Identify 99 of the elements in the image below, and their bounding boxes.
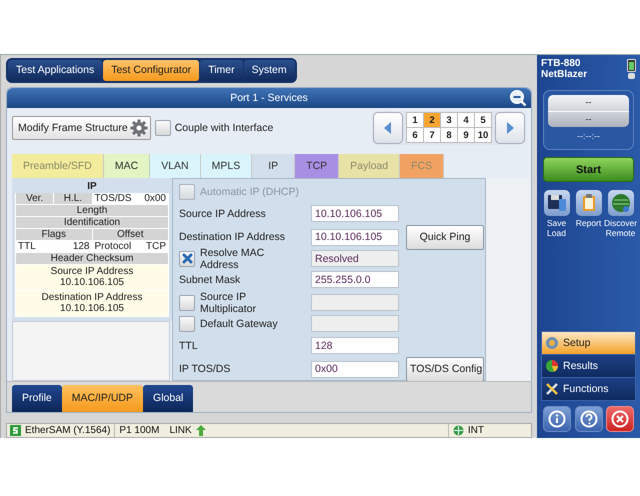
- page-number[interactable]: 4: [458, 113, 474, 128]
- field-name: Source IP Address: [50, 266, 134, 277]
- field-name: Offset: [117, 228, 144, 240]
- nav-item[interactable]: Functions: [541, 377, 636, 401]
- page-number[interactable]: 5: [475, 113, 491, 128]
- tab[interactable]: Global: [143, 384, 194, 412]
- field-name: H.L.: [64, 192, 82, 204]
- field-value: 0x00: [144, 192, 166, 204]
- panel-title: Port 1 - Services: [230, 92, 308, 104]
- field-label: Subnet Mask: [179, 274, 240, 286]
- action-label: Report: [576, 218, 602, 228]
- tab[interactable]: Test Configurator: [103, 60, 200, 81]
- field-name: Identification: [64, 216, 120, 228]
- action-label: Save Load: [546, 218, 566, 238]
- clock-source: INT: [468, 424, 484, 436]
- page-number[interactable]: 6: [407, 128, 423, 142]
- test-name: EtherSAM (Y.1564): [25, 424, 110, 436]
- field-label: Source IP Address: [179, 208, 266, 220]
- page-number[interactable]: 1: [407, 113, 423, 128]
- action-button[interactable]: [544, 190, 570, 216]
- layer-tab[interactable]: VLAN: [150, 154, 201, 178]
- model-name: FTB-880: [541, 58, 582, 69]
- globe-icon: [452, 424, 464, 436]
- field-value: TCP: [146, 240, 166, 252]
- field-label: TTL: [179, 340, 198, 352]
- right-arrow-icon: [506, 122, 514, 134]
- field-value: 128: [72, 240, 90, 252]
- field-name: Protocol: [94, 240, 132, 252]
- product-name: NetBlazer: [541, 69, 588, 80]
- field-name: TOS/DS: [94, 192, 132, 204]
- test-status-icon: [10, 424, 21, 436]
- close-button[interactable]: [606, 406, 634, 432]
- field-label: Destination IP Address: [179, 231, 286, 244]
- page-number[interactable]: 9: [458, 128, 474, 142]
- help-button[interactable]: [574, 406, 602, 432]
- input-field[interactable]: 128: [311, 337, 399, 354]
- action-button[interactable]: [608, 190, 634, 216]
- tools-icon: [545, 382, 559, 396]
- field-label: Default Gateway: [200, 318, 278, 330]
- field-label: Resolve MAC Address: [200, 246, 266, 271]
- link-status: LINK: [169, 424, 192, 436]
- checkbox-label: Couple with Interface: [174, 122, 274, 134]
- field-name: Header Checksum: [50, 252, 134, 264]
- page-number[interactable]: 8: [441, 128, 457, 142]
- tab[interactable]: Profile: [12, 384, 62, 412]
- help-icon: [580, 410, 598, 428]
- tab[interactable]: MAC/IP/UDP: [62, 384, 144, 412]
- page-number[interactable]: 10: [475, 128, 491, 142]
- nav-item[interactable]: Setup: [541, 331, 636, 355]
- layer-tab[interactable]: IP: [252, 154, 296, 178]
- field-label: IP TOS/DS: [179, 363, 230, 376]
- info-button[interactable]: [543, 406, 571, 432]
- left-arrow-icon: [384, 122, 392, 134]
- tab[interactable]: Test Applications: [8, 60, 102, 81]
- display-value: --: [584, 96, 592, 109]
- start-button[interactable]: Start: [543, 157, 634, 182]
- timer-value: --:--:--: [576, 131, 601, 141]
- globe-icon: [610, 192, 632, 214]
- close-icon: [611, 410, 629, 428]
- field-label: Source IP Multiplicator: [200, 290, 258, 315]
- field-name: Destination IP Address: [42, 292, 142, 303]
- layer-tab[interactable]: MPLS: [200, 154, 252, 178]
- field-name: Flags: [42, 228, 66, 240]
- info-icon: [548, 410, 566, 428]
- page-number[interactable]: 2: [424, 113, 440, 128]
- modify-frame-button[interactable]: Modify Frame Structure: [12, 116, 151, 140]
- field-value: 10.10.106.105: [60, 302, 124, 314]
- checkbox[interactable]: [154, 120, 171, 136]
- tab[interactable]: System: [244, 60, 295, 81]
- nav-item[interactable]: Results: [541, 354, 636, 378]
- field-name: Ver.: [26, 192, 44, 204]
- up-arrow-icon: [196, 424, 206, 436]
- input-field[interactable]: 0x00: [311, 360, 399, 378]
- diagram-title: IP: [86, 180, 98, 193]
- page-number[interactable]: 3: [441, 113, 457, 128]
- previous-button[interactable]: [373, 112, 403, 144]
- layer-tab[interactable]: MAC: [104, 154, 150, 178]
- action-label: Discover Remote: [604, 218, 638, 238]
- field-label: Automatic IP (DHCP): [200, 186, 299, 198]
- display-value: --: [548, 110, 629, 127]
- x-mark-icon: [182, 253, 192, 264]
- floppy-disk-icon: [546, 192, 568, 214]
- action-button[interactable]: TOS/DS Config: [406, 356, 484, 382]
- action-button[interactable]: [576, 190, 602, 216]
- pie-chart-icon: [545, 359, 559, 373]
- input-field[interactable]: 10.10.106.105: [311, 228, 399, 246]
- field-value: 10.10.106.105: [60, 276, 124, 288]
- port-rate: P1 100M: [119, 424, 160, 436]
- zoom-out-icon[interactable]: [509, 88, 527, 107]
- tab[interactable]: Timer: [200, 60, 243, 81]
- layer-tab[interactable]: TCP: [295, 154, 340, 178]
- field-name: TTL: [18, 240, 36, 252]
- input-field[interactable]: 10.10.106.105: [311, 205, 399, 222]
- input-field[interactable]: 255.255.0.0: [311, 271, 399, 288]
- battery-icon: [627, 58, 636, 80]
- page-number[interactable]: 7: [424, 128, 440, 142]
- action-button[interactable]: Quick Ping: [406, 224, 484, 250]
- field-name: Length: [76, 204, 108, 216]
- next-button[interactable]: [495, 112, 525, 144]
